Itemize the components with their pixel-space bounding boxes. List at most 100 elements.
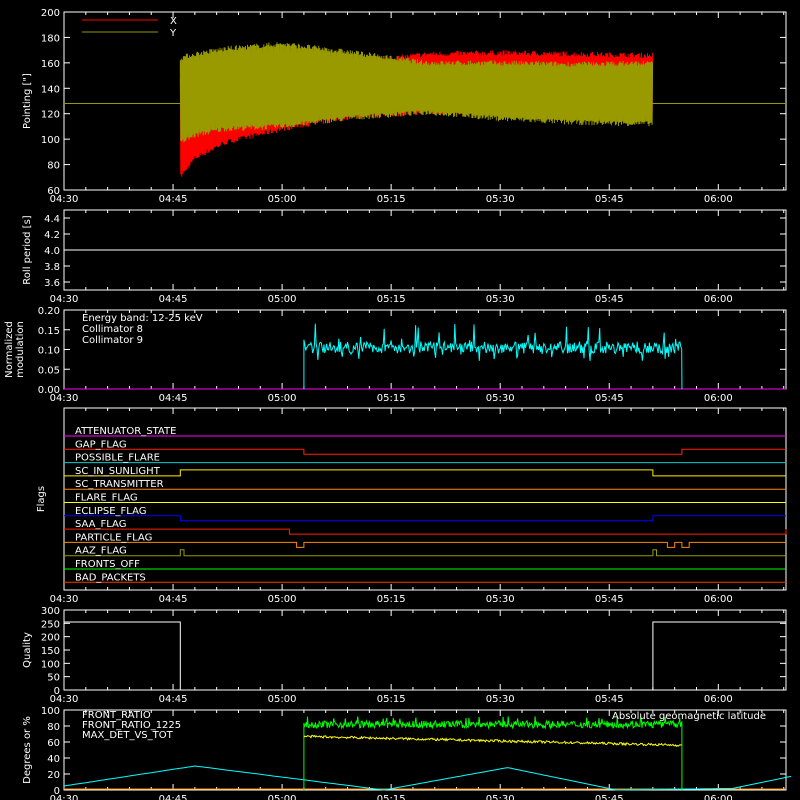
x-tick-label: 04:45 bbox=[159, 694, 188, 705]
y-axis-label: Flags bbox=[36, 486, 47, 512]
y-tick-label: 0.00 bbox=[38, 385, 60, 396]
panel-ratios: 04:30 04:45 05:00 05:15 05:30 05:45 06:0002040… bbox=[22, 706, 792, 800]
y-axis-label: Degrees or % bbox=[22, 716, 33, 784]
y-axis-label: Quality bbox=[22, 632, 33, 668]
x-tick-label: 06:00 bbox=[704, 194, 733, 205]
x-tick-label: 04:30 bbox=[50, 294, 79, 305]
flag-line-aaz-flag bbox=[64, 549, 786, 557]
flag-label-gap-flag: GAP_FLAG bbox=[75, 439, 127, 450]
legend-label-geomagnetic-latitude: Absolute geomagnetic latitude bbox=[612, 711, 766, 722]
y-tick-label: 0.10 bbox=[38, 346, 60, 357]
x-tick-label: 05:45 bbox=[595, 794, 624, 800]
y-tick-label: 4.4 bbox=[44, 214, 60, 225]
x-tick-label: 05:30 bbox=[486, 393, 515, 404]
flag-label-sc-in-sunlight: SC_IN_SUNLIGHT bbox=[75, 466, 161, 477]
flag-line-saa-flag bbox=[64, 528, 787, 535]
flag-label-sc-transmitter: SC_TRANSMITTER bbox=[75, 479, 164, 490]
y-tick-label: 3.6 bbox=[44, 278, 60, 289]
panel-modulation: 04:30 04:45 05:00 05:15 05:30 05:45 06:000.000… bbox=[4, 306, 787, 404]
front-ratio-series bbox=[303, 734, 682, 748]
y-tick-label: 100 bbox=[41, 135, 60, 146]
flag-label-flare-flag: FLARE_FLAG bbox=[75, 493, 138, 504]
x-tick-label: 05:00 bbox=[268, 194, 297, 205]
y-axis-label: Normalized bbox=[4, 321, 15, 378]
x-tick-label: 05:15 bbox=[377, 794, 406, 800]
x-tick-label: 05:30 bbox=[486, 794, 515, 800]
panel-pointing: 04:30 04:45 05:00 05:15 05:30 05:45 06:0060801… bbox=[22, 8, 787, 205]
flag-label-saa-flag: SAA_FLAG bbox=[75, 519, 126, 530]
x-tick-label: 05:00 bbox=[268, 594, 297, 605]
x-tick-label: 05:00 bbox=[268, 794, 297, 800]
y-tick-label: 250 bbox=[41, 619, 60, 630]
x-tick-label: 05:00 bbox=[268, 294, 297, 305]
y-axis-label: Roll period [s] bbox=[22, 215, 33, 284]
quality-series bbox=[64, 621, 786, 691]
x-tick-label: 06:00 bbox=[704, 794, 733, 800]
x-tick-label: 06:00 bbox=[704, 294, 733, 305]
x-tick-label: 05:00 bbox=[268, 393, 297, 404]
y-tick-label: 80 bbox=[47, 722, 60, 733]
x-tick-label: 05:15 bbox=[377, 594, 406, 605]
flag-label-bad-packets: BAD_PACKETS bbox=[75, 572, 146, 583]
y-axis-label: modulation bbox=[15, 321, 26, 378]
panel-flags: 04:30 04:45 05:00 05:15 05:30 05:45 06:00 Flags… bbox=[36, 407, 787, 605]
y-tick-label: 4.0 bbox=[44, 246, 60, 257]
x-tick-label: 05:00 bbox=[268, 694, 297, 705]
x-tick-label: 06:00 bbox=[704, 393, 733, 404]
legend-label: Energy band: 12-25 keV bbox=[82, 313, 203, 324]
legend-label: MAX_DET_VS_TOT bbox=[82, 730, 174, 741]
flag-label-aaz-flag: AAZ_FLAG bbox=[75, 546, 127, 557]
y-tick-label: 0 bbox=[54, 786, 60, 797]
y-tick-label: 50 bbox=[47, 673, 60, 684]
collimator-8-series bbox=[303, 323, 683, 390]
y-tick-label: 3.8 bbox=[44, 262, 60, 273]
x-tick-label: 06:00 bbox=[704, 594, 733, 605]
y-tick-label: 0.20 bbox=[38, 306, 60, 317]
x-tick-label: 04:30 bbox=[50, 594, 79, 605]
y-tick-label: 100 bbox=[41, 659, 60, 670]
x-tick-label: 05:30 bbox=[486, 594, 515, 605]
x-tick-label: 04:45 bbox=[159, 594, 188, 605]
y-axis-label: Pointing ["] bbox=[22, 73, 33, 129]
x-tick-label: 05:45 bbox=[595, 294, 624, 305]
x-tick-label: 05:30 bbox=[486, 194, 515, 205]
x-tick-label: 06:00 bbox=[704, 694, 733, 705]
y-tick-label: 20 bbox=[47, 770, 60, 781]
panel-quality: 04:30 04:45 05:00 05:15 05:30 05:45 06:0005010… bbox=[22, 606, 787, 705]
x-tick-label: 04:45 bbox=[159, 294, 188, 305]
x-tick-label: 04:45 bbox=[159, 794, 188, 800]
flag-line-particle-flag bbox=[64, 541, 786, 548]
y-tick-label: 200 bbox=[41, 633, 60, 644]
x-tick-label: 05:45 bbox=[595, 393, 624, 404]
panel-roll: 04:30 04:45 05:00 05:15 05:30 05:45 06:00 3.6 3.… bbox=[22, 209, 787, 305]
x-tick-label: 04:45 bbox=[159, 393, 188, 404]
front-ratio-1225-series bbox=[303, 716, 683, 791]
flag-label-possible-flare: POSSIBLE_FLARE bbox=[75, 453, 160, 464]
x-tick-label: 05:45 bbox=[595, 594, 624, 605]
x-tick-label: 05:30 bbox=[486, 294, 515, 305]
flag-line-eclipse-flag bbox=[64, 515, 786, 522]
y-tick-label: 100 bbox=[41, 706, 60, 717]
y-tick-label: 0.15 bbox=[38, 326, 60, 337]
x-tick-label: 05:45 bbox=[595, 694, 624, 705]
x-tick-label: 05:30 bbox=[486, 694, 515, 705]
y-tick-label: 180 bbox=[41, 33, 60, 44]
flag-line-sc-in-sunlight bbox=[64, 469, 786, 477]
y-tick-label: 4.2 bbox=[44, 230, 60, 241]
y-tick-label: 200 bbox=[41, 8, 60, 19]
y-tick-label: 160 bbox=[41, 59, 60, 70]
legend-label-x: X bbox=[170, 16, 177, 27]
y-tick-label: 300 bbox=[41, 606, 60, 617]
y-tick-label: 0 bbox=[54, 686, 60, 697]
flag-label-attenuator-state: ATTENUATOR_STATE bbox=[75, 426, 176, 437]
y-tick-label: 150 bbox=[41, 646, 60, 657]
flag-line-gap-flag bbox=[64, 448, 786, 455]
x-tick-label: 05:15 bbox=[377, 694, 406, 705]
flag-label-fronts-off: FRONTS_OFF bbox=[75, 559, 140, 570]
legend-label: Collimator 9 bbox=[82, 335, 143, 346]
y-tick-label: 80 bbox=[47, 161, 60, 172]
y-tick-label: 0.05 bbox=[38, 365, 60, 376]
x-tick-label: 05:15 bbox=[377, 393, 406, 404]
legend-label-y: Y bbox=[169, 28, 177, 39]
y-tick-label: 60 bbox=[47, 738, 60, 749]
